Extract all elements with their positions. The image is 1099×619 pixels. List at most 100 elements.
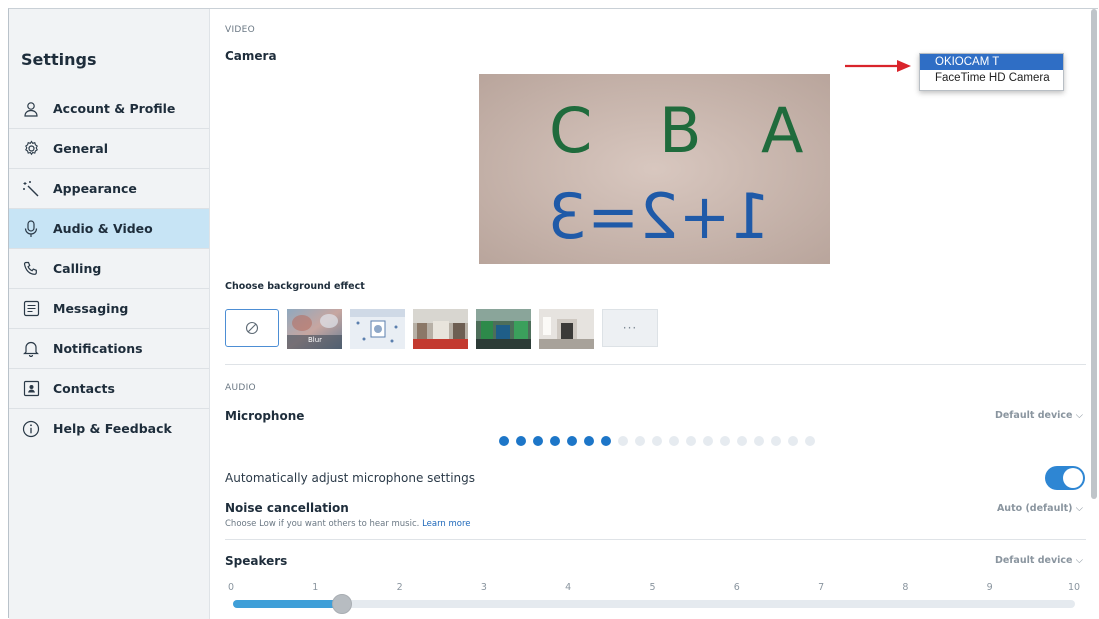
speaker-tick-label: 5 <box>649 582 656 593</box>
toggle-knob <box>1063 468 1083 488</box>
sidebar-item-help-feedback[interactable]: Help & Feedback <box>9 409 209 448</box>
mic-level-dot <box>788 436 798 446</box>
person-icon <box>22 100 40 118</box>
sidebar-item-label: General <box>53 141 108 156</box>
info-icon <box>22 420 40 438</box>
mic-level-dot <box>499 436 509 446</box>
background-effect-label: Choose background effect <box>225 281 365 292</box>
blur-label: Blur <box>308 336 323 344</box>
noise-cancellation-hint: Choose Low if you want others to hear mu… <box>225 519 471 529</box>
mic-level-dot <box>601 436 611 446</box>
message-icon <box>22 300 40 318</box>
video-section-header: VIDEO <box>225 25 256 35</box>
speaker-tick-label: 4 <box>565 582 572 593</box>
microphone-icon <box>22 219 40 238</box>
camera-label: Camera <box>225 49 277 63</box>
speaker-volume-slider[interactable] <box>233 594 1075 614</box>
mic-level-dot <box>584 436 594 446</box>
none-icon <box>245 321 259 335</box>
speaker-volume-thumb[interactable] <box>332 594 353 614</box>
noise-hint-text: Choose Low if you want others to hear mu… <box>225 519 420 529</box>
gear-icon <box>22 140 40 158</box>
hallway-background-option[interactable] <box>539 309 594 349</box>
speaker-tick-label: 9 <box>986 582 993 593</box>
preview-letter-a: A <box>761 94 803 167</box>
mic-level-dot <box>669 436 679 446</box>
office-background-option[interactable] <box>413 309 468 349</box>
settings-sidebar: Settings Account & Profile General Appea… <box>9 9 210 619</box>
sidebar-item-notifications[interactable]: Notifications <box>9 329 209 369</box>
sidebar-item-calling[interactable]: Calling <box>9 249 209 289</box>
mic-level-dot <box>737 436 747 446</box>
speaker-tick-label: 10 <box>1067 582 1081 593</box>
mic-level-dot <box>754 436 764 446</box>
bell-icon <box>22 340 40 358</box>
sidebar-item-label: Contacts <box>53 381 115 396</box>
speaker-tick-label: 1 <box>312 582 319 593</box>
mic-level-dot <box>805 436 815 446</box>
chevron-down-icon: ⌵ <box>1075 555 1083 566</box>
no-background-option[interactable] <box>225 309 279 347</box>
blur-background-option[interactable]: Blur <box>287 309 342 349</box>
speaker-volume-fill <box>233 600 343 608</box>
speakers-device-select[interactable]: Default device ⌵ <box>995 555 1083 566</box>
speaker-tick-label: 7 <box>818 582 825 593</box>
preview-letter-c: C <box>549 94 592 167</box>
sidebar-item-contacts[interactable]: Contacts <box>9 369 209 409</box>
audio-section-header: AUDIO <box>225 383 256 393</box>
mic-level-dot <box>686 436 696 446</box>
background-effects-list: Blur ··· <box>225 309 658 351</box>
mic-level-dot <box>567 436 577 446</box>
sidebar-title: Settings <box>21 50 97 69</box>
sidebar-item-general[interactable]: General <box>9 129 209 169</box>
sidebar-item-account-profile[interactable]: Account & Profile <box>9 89 209 129</box>
settings-content: VIDEO Camera C B A 1+2=3 Choose backgrou… <box>225 9 1087 619</box>
section-divider <box>225 539 1086 540</box>
microphone-device-select[interactable]: Default device ⌵ <box>995 410 1083 421</box>
mic-level-dot <box>720 436 730 446</box>
sidebar-item-label: Account & Profile <box>53 101 176 116</box>
camera-option-okiocam[interactable]: OKIOCAM T <box>920 54 1063 70</box>
camera-option-facetime[interactable]: FaceTime HD Camera <box>920 70 1063 86</box>
camera-device-dropdown[interactable]: OKIOCAM T FaceTime HD Camera <box>919 53 1064 91</box>
speakers-device-value: Default device <box>994 555 1073 566</box>
holiday-background-option[interactable] <box>350 309 405 349</box>
sidebar-item-appearance[interactable]: Appearance <box>9 169 209 209</box>
chevron-down-icon: ⌵ <box>1075 410 1083 421</box>
mic-level-dot <box>652 436 662 446</box>
mic-level-dot <box>703 436 713 446</box>
mic-level-dot <box>635 436 645 446</box>
camera-preview: C B A 1+2=3 <box>479 74 830 264</box>
microphone-label: Microphone <box>225 409 305 423</box>
mic-level-dot <box>771 436 781 446</box>
sidebar-item-label: Appearance <box>53 181 137 196</box>
speaker-tick-label: 8 <box>902 582 909 593</box>
scrollbar[interactable] <box>1091 9 1097 499</box>
sidebar-item-label: Notifications <box>53 341 143 356</box>
microphone-level-meter <box>499 436 815 446</box>
mic-level-dot <box>516 436 526 446</box>
mic-level-dot <box>550 436 560 446</box>
speakers-label: Speakers <box>225 554 288 568</box>
auto-adjust-label: Automatically adjust microphone settings <box>225 471 476 485</box>
more-backgrounds-button[interactable]: ··· <box>602 309 658 347</box>
learn-more-link[interactable]: Learn more <box>422 519 470 529</box>
auto-adjust-toggle[interactable] <box>1045 466 1085 490</box>
speaker-tick-label: 0 <box>227 582 235 593</box>
annotation-arrow <box>845 60 911 72</box>
sidebar-item-label: Help & Feedback <box>53 421 172 436</box>
noise-cancellation-select[interactable]: Auto (default) ⌵ <box>997 503 1083 514</box>
mic-level-dot <box>533 436 543 446</box>
green-room-background-option[interactable] <box>476 309 531 349</box>
microphone-device-value: Default device <box>994 410 1073 421</box>
contact-card-icon <box>22 380 40 398</box>
section-divider <box>225 364 1086 365</box>
speaker-tick-label: 3 <box>480 582 487 593</box>
sidebar-item-audio-video[interactable]: Audio & Video <box>9 209 209 249</box>
sidebar-item-label: Calling <box>53 261 102 276</box>
noise-cancellation-label: Noise cancellation <box>225 501 349 515</box>
preview-letter-b: B <box>659 94 702 167</box>
sidebar-item-messaging[interactable]: Messaging <box>9 289 209 329</box>
settings-nav: Account & Profile General Appearance Aud… <box>9 89 209 448</box>
sidebar-item-label: Audio & Video <box>53 221 153 236</box>
